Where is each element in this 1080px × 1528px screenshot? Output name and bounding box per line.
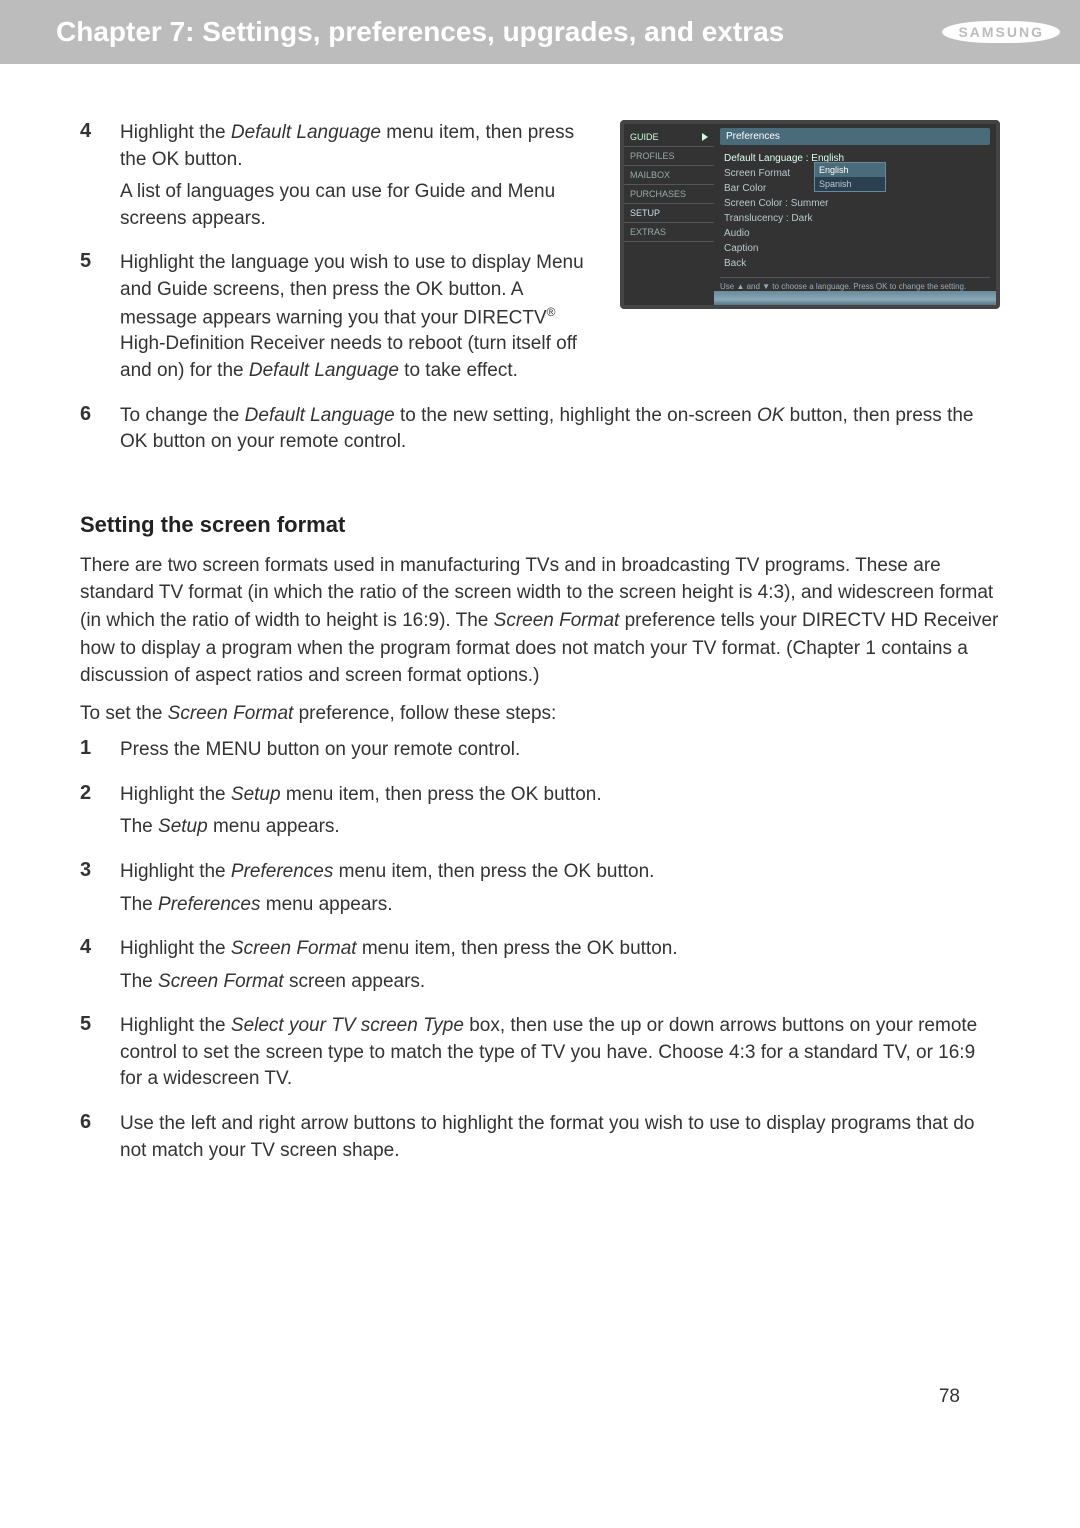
step-6: 6 Use the left and right arrow buttons t… — [80, 1111, 1000, 1170]
step-3: 3 Highlight the Preferences menu item, t… — [80, 859, 1000, 924]
page-number: 78 — [939, 1386, 960, 1408]
section-intro-para-1: There are two screen formats used in man… — [80, 552, 1000, 690]
step-text: Highlight the — [120, 861, 231, 882]
step-italic: OK — [757, 405, 784, 426]
step-1: 1 Press the MENU button on your remote c… — [80, 737, 1000, 770]
step-number: 5 — [80, 250, 120, 390]
chapter-title: Chapter 7: Settings, preferences, upgrad… — [56, 16, 784, 48]
figure-menu-purchases: PURCHASES — [624, 185, 714, 204]
figure-line-back: Back — [724, 256, 986, 271]
step-italic: Setup — [231, 784, 281, 805]
step-text: Highlight the language you wish to use t… — [120, 252, 584, 328]
step-italic: Screen Format — [231, 938, 357, 959]
step-italic: Default Language — [245, 405, 395, 426]
figure-left-menu: GUIDE PROFILES MAILBOX PURCHASES SETUP E… — [624, 124, 714, 305]
step-number: 3 — [80, 859, 120, 924]
figure-menu-mailbox: MAILBOX — [624, 166, 714, 185]
steps-list-screen-format: 1 Press the MENU button on your remote c… — [80, 737, 1000, 1170]
step-text: screen appears. — [284, 971, 426, 992]
step-number: 5 — [80, 1013, 120, 1099]
step-number: 4 — [80, 936, 120, 1001]
step-number: 4 — [80, 120, 120, 238]
step-italic: Setup — [158, 816, 208, 837]
step-text: menu item, then press the OK button. — [333, 861, 654, 882]
step-number: 1 — [80, 737, 120, 770]
step-4: 4 Highlight the Screen Format menu item,… — [80, 936, 1000, 1001]
step-6: 6 To change the Default Language to the … — [80, 403, 1000, 462]
step-italic: Preferences — [231, 861, 333, 882]
figure-line-audio: Audio — [724, 226, 986, 241]
figure-menu-setup: SETUP — [624, 204, 714, 223]
figure-panel-title: Preferences — [720, 128, 990, 145]
figure-menu-guide-label: GUIDE — [630, 132, 659, 142]
step-text: Highlight the — [120, 1015, 231, 1036]
para-text: preference, follow these steps: — [293, 703, 556, 724]
step-italic: Preferences — [158, 894, 260, 915]
chevron-right-icon — [702, 133, 708, 141]
figure-lang-english: English — [815, 163, 885, 177]
step-text: menu appears. — [208, 816, 340, 837]
step-number: 6 — [80, 403, 120, 462]
step-text: menu item, then press the OK button. — [357, 938, 678, 959]
figure-menu-guide: GUIDE — [624, 128, 714, 147]
step-text: The — [120, 816, 158, 837]
step-text: The — [120, 894, 158, 915]
step-5: 5 Highlight the language you wish to use… — [80, 250, 600, 390]
figure-lang-spanish: Spanish — [815, 177, 885, 191]
figure-footer-hint: Use ▲ and ▼ to choose a language. Press … — [720, 277, 990, 291]
step-4: 4 Highlight the Default Language menu it… — [80, 120, 600, 238]
step-italic: Screen Format — [158, 971, 284, 992]
step-text: Highlight the — [120, 784, 231, 805]
step-text: To change the — [120, 405, 245, 426]
step-text: to the new setting, highlight the on-scr… — [395, 405, 757, 426]
brand-logo: SAMSUNG — [942, 21, 1060, 43]
step-text: Use the left and right arrow buttons to … — [120, 1111, 1000, 1164]
figure-menu-extras: EXTRAS — [624, 223, 714, 242]
manual-page: Chapter 7: Settings, preferences, upgrad… — [0, 0, 1080, 1528]
step-5: 5 Highlight the Select your TV screen Ty… — [80, 1013, 1000, 1099]
step-text: menu appears. — [260, 894, 392, 915]
step-text: Highlight the — [120, 938, 231, 959]
step-italic: Default Language — [249, 360, 399, 381]
section-intro-para-2: To set the Screen Format preference, fol… — [80, 700, 1000, 728]
step-italic: Default Language — [231, 122, 381, 143]
para-italic: Screen Format — [168, 703, 294, 724]
para-italic: Screen Format — [494, 610, 620, 631]
preferences-screenshot-figure: GUIDE PROFILES MAILBOX PURCHASES SETUP E… — [620, 120, 1000, 309]
step-number: 6 — [80, 1111, 120, 1170]
registered-mark: ® — [547, 305, 556, 319]
step-text: Highlight the — [120, 122, 231, 143]
page-content: GUIDE PROFILES MAILBOX PURCHASES SETUP E… — [0, 64, 1080, 1170]
step-number: 2 — [80, 782, 120, 847]
step-text: menu item, then press the OK button. — [281, 784, 602, 805]
brand-logo-text: SAMSUNG — [942, 21, 1060, 43]
figure-language-dropdown: English Spanish — [814, 162, 886, 192]
figure-line-caption: Caption — [724, 241, 986, 256]
figure-line-translucency: Translucency : Dark — [724, 211, 986, 226]
para-text: To set the — [80, 703, 168, 724]
step-italic: Select your TV screen Type — [231, 1015, 464, 1036]
step-text: Press the MENU button on your remote con… — [120, 737, 1000, 764]
chapter-header-bar: Chapter 7: Settings, preferences, upgrad… — [0, 0, 1080, 64]
step-text: The — [120, 971, 158, 992]
figure-line-screen-color: Screen Color : Summer — [724, 196, 986, 211]
step-2: 2 Highlight the Setup menu item, then pr… — [80, 782, 1000, 847]
figure-menu-profiles: PROFILES — [624, 147, 714, 166]
figure-right-panel: Preferences Default Language : English S… — [714, 124, 996, 305]
step-result: A list of languages you can use for Guid… — [120, 179, 600, 232]
figure-decorative-strip — [714, 291, 996, 305]
step-text: to take effect. — [399, 360, 518, 381]
section-heading-screen-format: Setting the screen format — [80, 512, 1000, 538]
